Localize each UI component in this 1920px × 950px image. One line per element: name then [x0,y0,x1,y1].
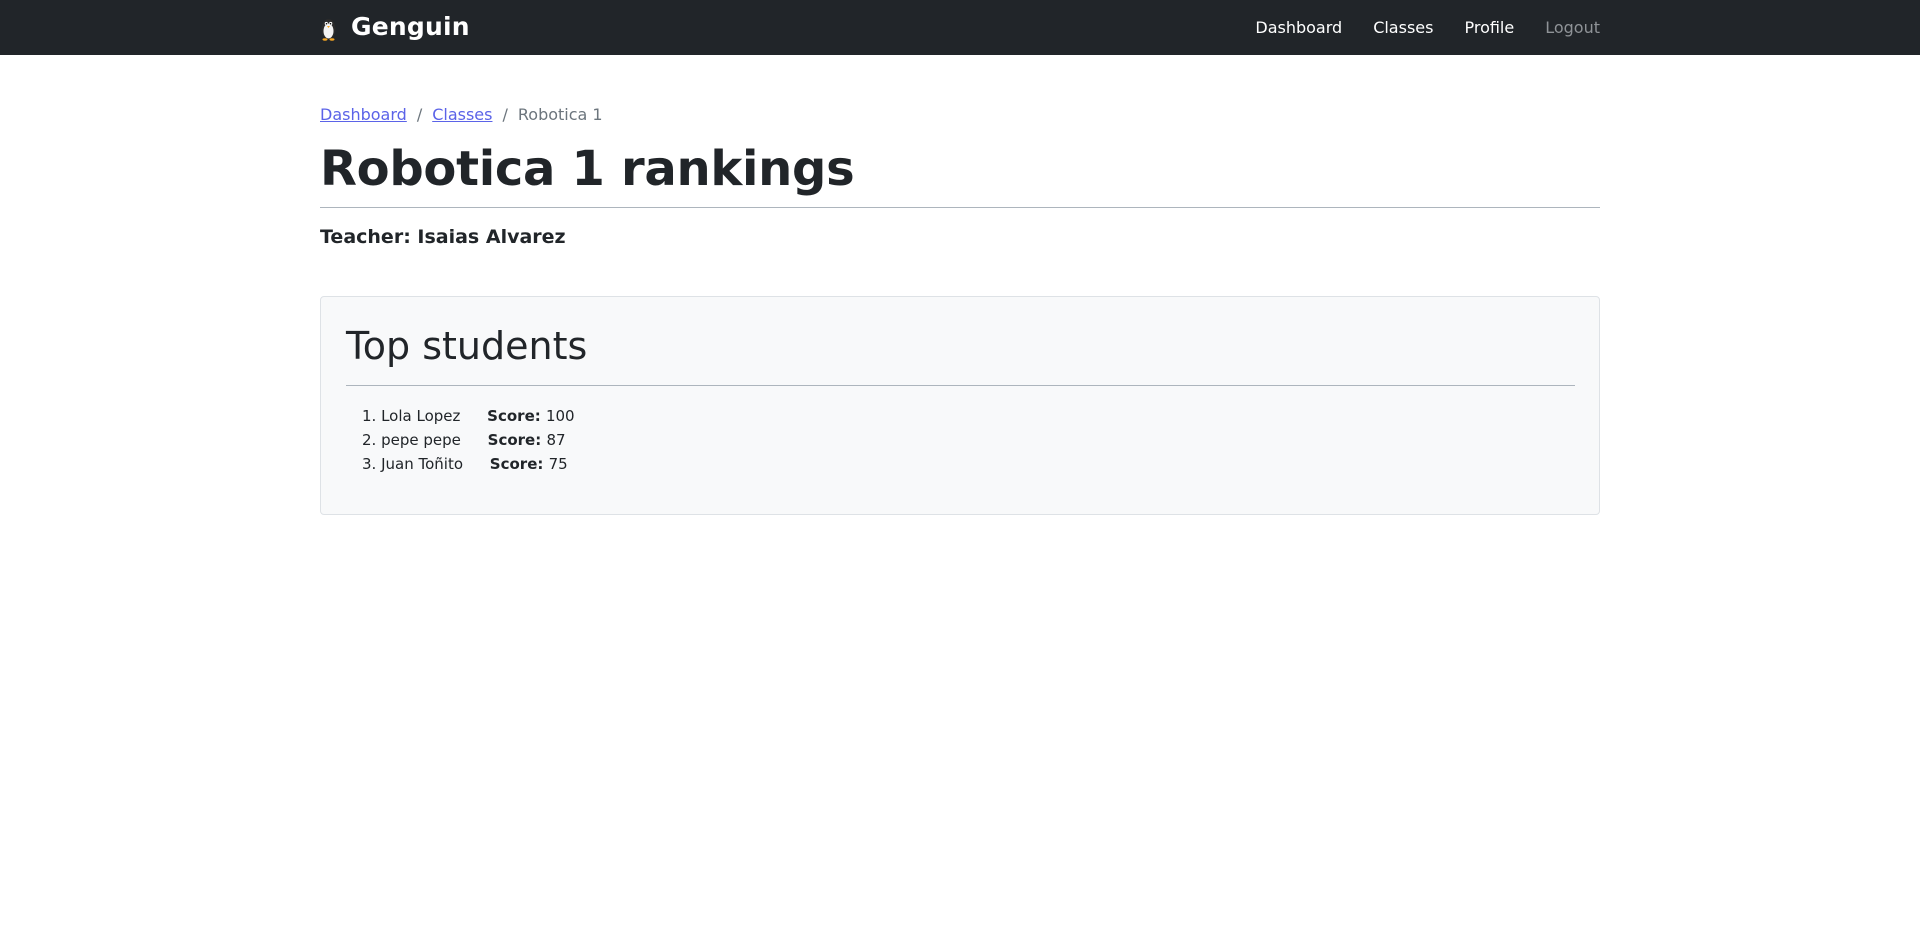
score-value: 75 [548,455,568,473]
page-title: Robotica 1 rankings [320,141,855,197]
student-name: Juan Toñito [381,455,464,473]
breadcrumb-separator: / [502,105,508,124]
breadcrumb-classes-link[interactable]: Classes [432,105,492,124]
rank-number: 2. [362,431,382,449]
top-students-card: Top students 1. Lola Lopez Score: 100 2.… [320,296,1600,515]
rank-number: 1. [362,407,382,425]
ranking-item: 3. Juan Toñito Score: 75 [362,452,575,476]
score-value: 87 [546,431,566,449]
brand-name: Genguin [351,12,470,41]
student-name: pepe pepe [381,431,461,449]
breadcrumb-current: Robotica 1 [517,105,603,124]
rank-number: 3. [362,455,382,473]
ranking-list: 1. Lola Lopez Score: 100 2. pepe pepe Sc… [362,404,575,476]
title-divider [320,207,1600,208]
top-students-heading: Top students [346,324,588,368]
ranking-item: 1. Lola Lopez Score: 100 [362,404,575,428]
score-value: 100 [545,407,575,425]
breadcrumb-separator: / [416,105,423,124]
score-label: Score: [487,407,546,425]
card-divider [346,385,1575,386]
nav-link-profile[interactable]: Profile [1456,18,1522,37]
nav-link-classes[interactable]: Classes [1365,18,1441,37]
nav-link-logout[interactable]: Logout [1537,18,1608,37]
brand-link[interactable]: Genguin [320,0,470,55]
student-name: Lola Lopez [381,407,461,425]
penguin-icon [321,18,336,41]
teacher-name: Teacher: Isaias Alvarez [320,226,566,248]
top-navbar: Genguin Dashboard Classes Profile Logout [0,0,1920,55]
breadcrumb-dashboard-link[interactable]: Dashboard [320,105,407,124]
nav-link-dashboard[interactable]: Dashboard [1247,18,1350,37]
breadcrumb: Dashboard / Classes / Robotica 1 [320,105,603,124]
score-label: Score: [489,455,549,473]
nav-links: Dashboard Classes Profile Logout [1232,0,1608,55]
score-label: Score: [487,431,547,449]
ranking-item: 2. pepe pepe Score: 87 [362,428,575,452]
